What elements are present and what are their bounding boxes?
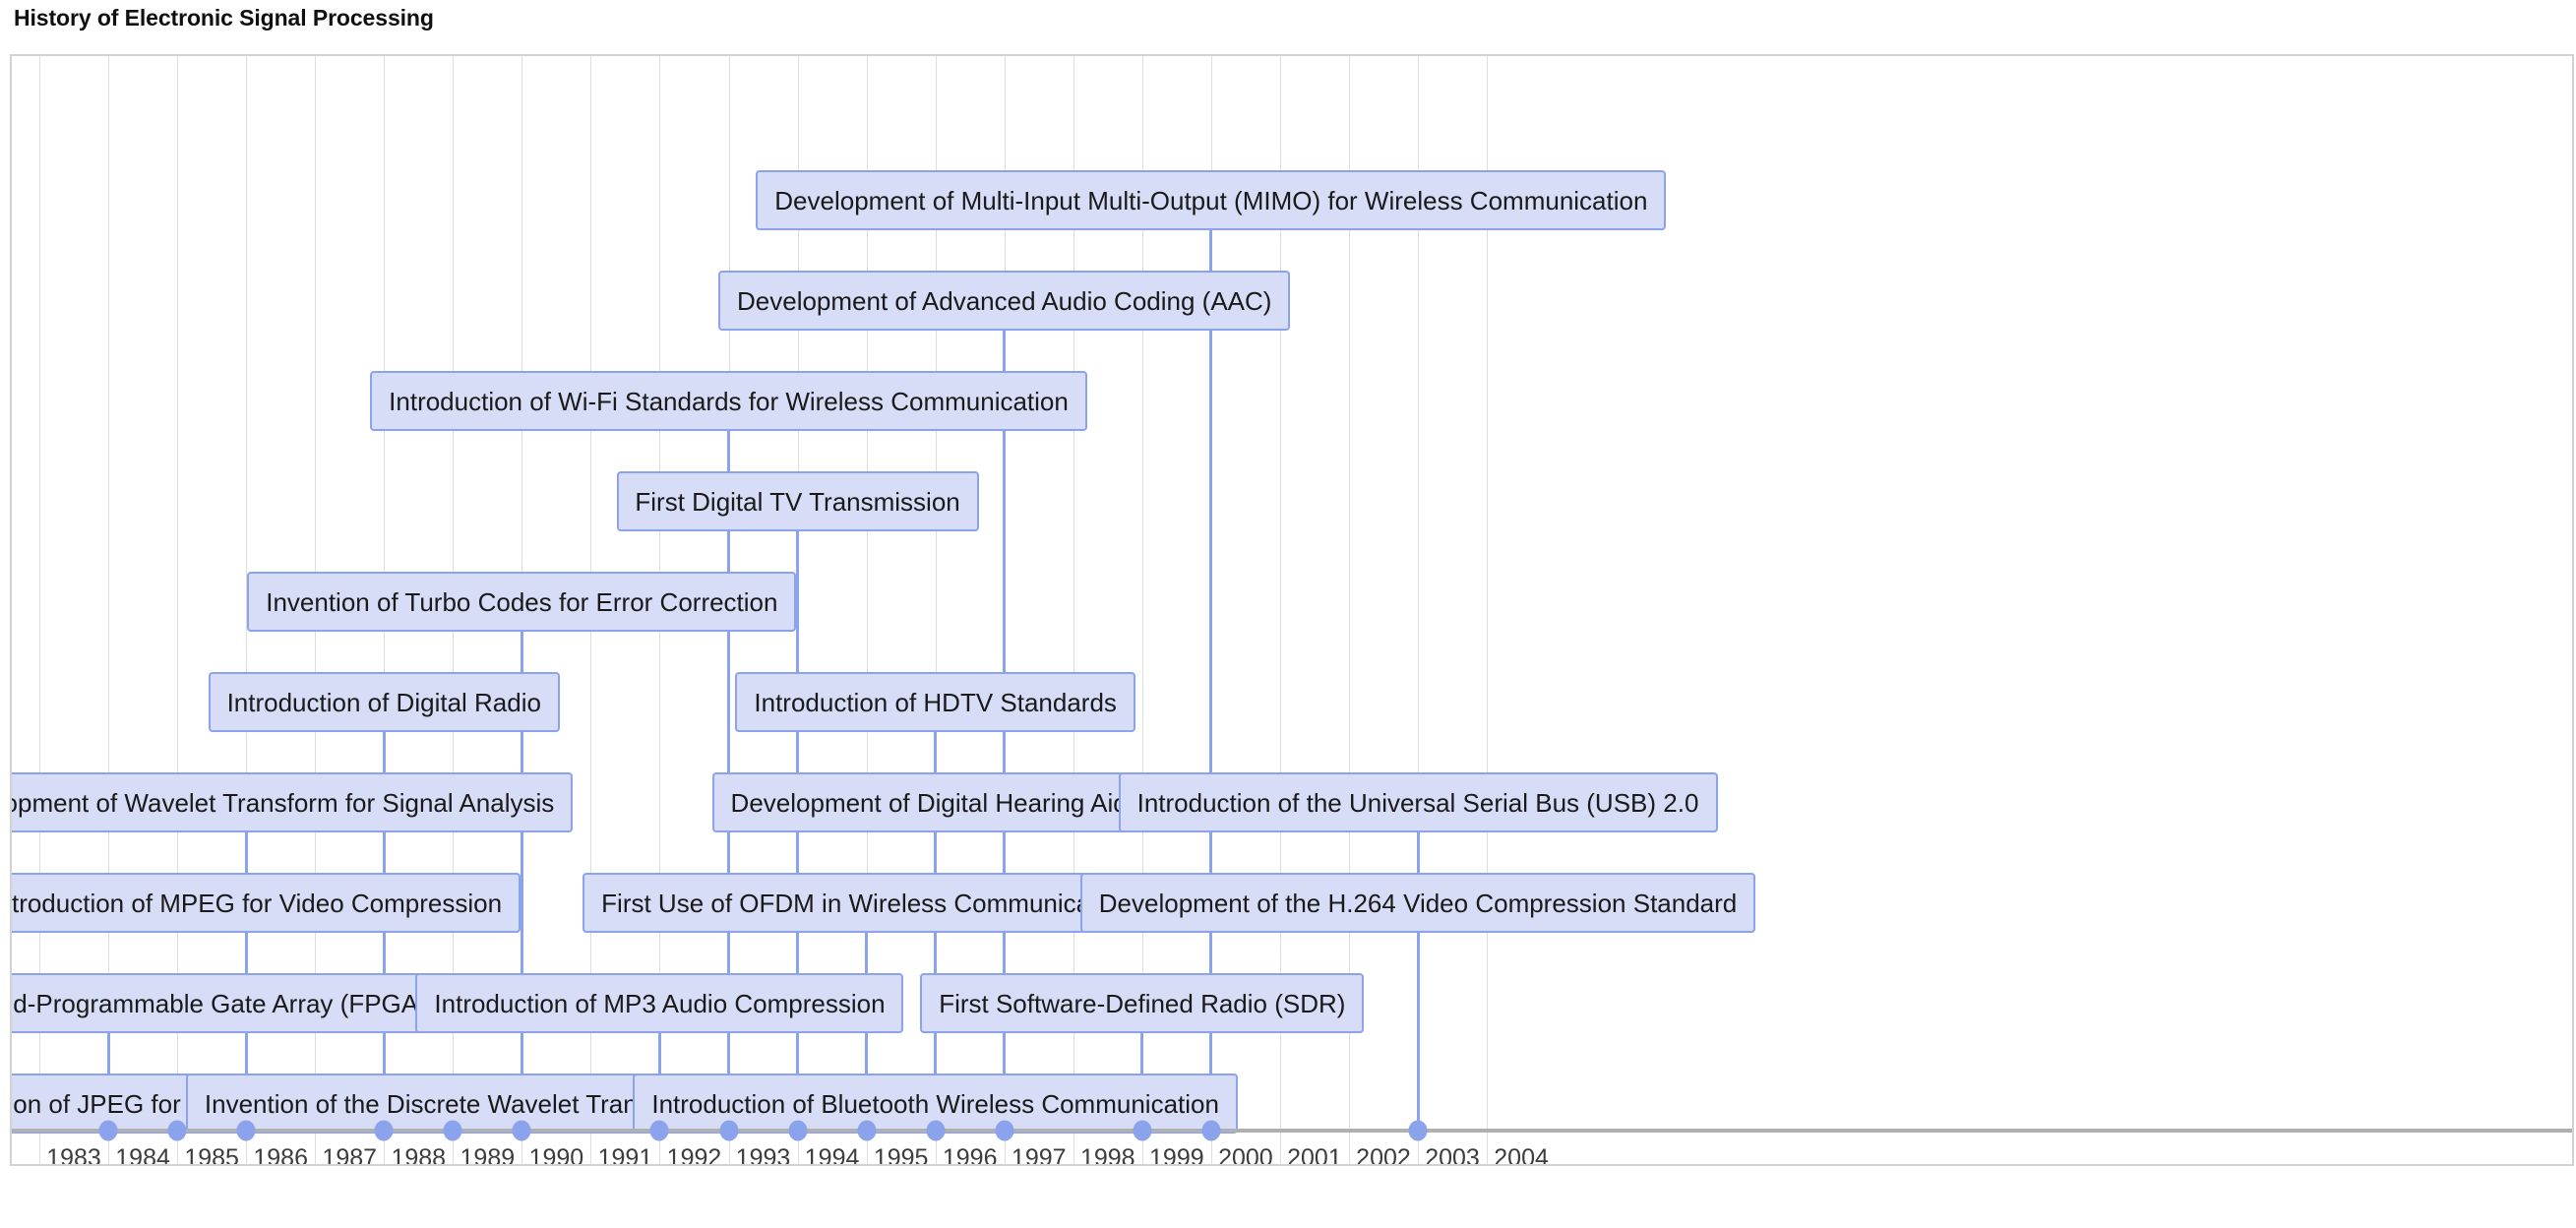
axis-tick-label: 2000 <box>1218 1144 1273 1166</box>
axis-tick-label: 1999 <box>1149 1144 1204 1166</box>
timeline-event-box[interactable]: Introduction of the Universal Serial Bus… <box>1118 772 1718 832</box>
timeline-event-label: Invention of the Field-Programmable Gate… <box>12 988 427 1018</box>
timeline-event-box[interactable]: Introduction of Digital Radio <box>208 672 560 732</box>
timeline-event-label: First Use of OFDM in Wireless Communicat… <box>601 888 1133 918</box>
axis-tick-label: 2002 <box>1356 1144 1411 1166</box>
timeline-axis-dot[interactable] <box>98 1120 118 1141</box>
timeline-event-box[interactable]: Development of Wavelet Transform for Sig… <box>10 772 574 832</box>
axis-line <box>12 1129 2572 1133</box>
timeline-axis-dot[interactable] <box>857 1120 877 1141</box>
timeline-event-label: Introduction of MPEG for Video Compressi… <box>10 888 503 918</box>
timeline-axis-dot[interactable] <box>512 1120 531 1141</box>
timeline-axis-dot[interactable] <box>788 1120 808 1141</box>
axis-tick-label: 1997 <box>1011 1144 1067 1166</box>
timeline-axis-dot[interactable] <box>236 1120 256 1141</box>
timeline-axis-dot[interactable] <box>995 1120 1014 1141</box>
axis-tick-label: 1984 <box>115 1144 170 1166</box>
timeline-event-box[interactable]: Introduction of Wi-Fi Standards for Wire… <box>370 371 1088 431</box>
axis-tick-label: 1993 <box>735 1144 791 1166</box>
timeline-axis-dot[interactable] <box>1408 1120 1428 1141</box>
timeline-event-label: First Digital TV Transmission <box>635 486 960 517</box>
timeline-event-label: First Software-Defined Radio (SDR) <box>939 988 1346 1018</box>
axis-tick-label: 1988 <box>391 1144 447 1166</box>
timeline-event-box[interactable]: Invention of Turbo Codes for Error Corre… <box>247 572 797 632</box>
timeline-axis-dot[interactable] <box>374 1120 394 1141</box>
timeline-event-label: Development of Multi-Input Multi-Output … <box>774 185 1648 215</box>
page-title: History of Electronic Signal Processing <box>14 5 434 31</box>
timeline-chart: Invention of the Digital Signal Processo… <box>10 54 2574 1166</box>
axis-tick-label: 1989 <box>460 1144 516 1166</box>
timeline-plot-area: Invention of the Digital Signal Processo… <box>12 56 2572 1164</box>
timeline-event-label: Introduction of Bluetooth Wireless Commu… <box>651 1088 1219 1119</box>
axis-tick-label: 1998 <box>1079 1144 1135 1166</box>
timeline-event-label: Invention of the Discrete Wavelet Transf… <box>204 1088 702 1119</box>
timeline-event-label: Development of Advanced Audio Coding (AA… <box>737 285 1272 316</box>
timeline-event-box[interactable]: Development of the H.264 Video Compressi… <box>1080 873 1756 933</box>
timeline-event-box[interactable]: Invention of the Field-Programmable Gate… <box>12 973 446 1033</box>
axis-tick-label: 1986 <box>253 1144 308 1166</box>
timeline-event-box[interactable]: Introduction of MPEG for Video Compressi… <box>10 873 521 933</box>
axis-tick-label: 1990 <box>528 1144 584 1166</box>
timeline-event-label: Development of the H.264 Video Compressi… <box>1098 888 1738 918</box>
timeline-event-box[interactable]: Development of Digital Hearing Aids <box>711 772 1159 832</box>
axis-tick-label: 1992 <box>666 1144 722 1166</box>
axis-tick-label: 2001 <box>1287 1144 1342 1166</box>
axis-tick-label: 1987 <box>322 1144 378 1166</box>
axis-tick-label: 1985 <box>184 1144 239 1166</box>
timeline-event-box[interactable]: Development of Multi-Input Multi-Output … <box>756 170 1667 230</box>
axis-tick-label: 2004 <box>1494 1144 1549 1166</box>
timeline-event-label: Introduction of MP3 Audio Compression <box>434 988 886 1018</box>
timeline-axis-dot[interactable] <box>1133 1120 1152 1141</box>
timeline-event-label: Introduction of Digital Radio <box>226 687 541 717</box>
timeline-event-label: Invention of Turbo Codes for Error Corre… <box>266 586 778 617</box>
timeline-axis-dot[interactable] <box>719 1120 739 1141</box>
timeline-axis-dot[interactable] <box>1201 1120 1221 1141</box>
axis-tick-label: 1996 <box>942 1144 998 1166</box>
timeline-event-box[interactable]: First Use of OFDM in Wireless Communicat… <box>583 873 1151 933</box>
timeline-axis-dot[interactable] <box>443 1120 462 1141</box>
timeline-event-label: Introduction of the Universal Serial Bus… <box>1136 787 1699 818</box>
timeline-event-box[interactable]: Introduction of MP3 Audio Compression <box>415 973 904 1033</box>
timeline-event-box[interactable]: Introduction of HDTV Standards <box>735 672 1136 732</box>
timeline-connector-stem <box>1416 933 1420 1129</box>
timeline-event-label: Development of Digital Hearing Aids <box>730 787 1140 818</box>
timeline-event-label: Introduction of HDTV Standards <box>754 687 1117 717</box>
axis-tick-label: 1994 <box>804 1144 860 1166</box>
timeline-axis-dot[interactable] <box>926 1120 946 1141</box>
timeline-event-label: Development of Wavelet Transform for Sig… <box>10 787 555 818</box>
timeline-event-box[interactable]: Development of Advanced Audio Coding (AA… <box>718 271 1291 331</box>
timeline-event-label: Introduction of Wi-Fi Standards for Wire… <box>389 386 1069 416</box>
axis-tick-label: 1991 <box>597 1144 653 1166</box>
axis-tick-label: 1983 <box>46 1144 101 1166</box>
axis-tick-label: 1995 <box>873 1144 929 1166</box>
timeline-event-box[interactable]: First Digital TV Transmission <box>616 471 979 531</box>
timeline-event-box[interactable]: First Software-Defined Radio (SDR) <box>920 973 1365 1033</box>
axis-tick-label: 2003 <box>1425 1144 1480 1166</box>
timeline-axis-dot[interactable] <box>167 1120 187 1141</box>
timeline-axis-dot[interactable] <box>649 1120 669 1141</box>
